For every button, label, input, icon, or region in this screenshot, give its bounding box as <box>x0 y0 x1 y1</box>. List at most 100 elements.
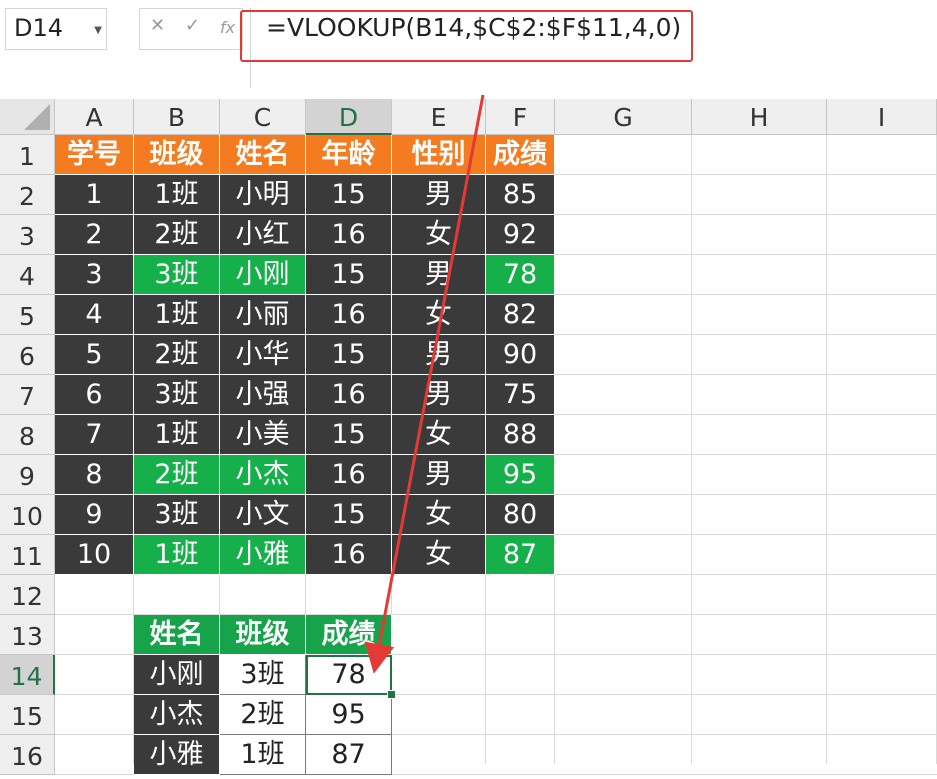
lookup-cell[interactable]: 2班 <box>220 695 306 735</box>
row-header-13[interactable]: 13 <box>0 615 55 655</box>
table-cell[interactable]: 4 <box>55 295 134 335</box>
table-cell[interactable]: 男 <box>392 255 486 295</box>
table-cell[interactable]: 男 <box>392 175 486 215</box>
table-cell[interactable]: 男 <box>392 335 486 375</box>
table-cell[interactable]: 5 <box>55 335 134 375</box>
row-header-10[interactable]: 10 <box>0 495 55 535</box>
table-cell[interactable]: 1班 <box>134 175 220 215</box>
lookup-cell[interactable]: 87 <box>306 735 392 775</box>
highlighted-cell[interactable]: 1班 <box>134 535 220 575</box>
table-cell[interactable]: 16 <box>306 455 392 495</box>
row-header-6[interactable]: 6 <box>0 335 55 375</box>
highlighted-cell[interactable]: 95 <box>486 455 555 495</box>
table-header-cell[interactable]: 成绩 <box>486 135 555 175</box>
table-cell[interactable]: 85 <box>486 175 555 215</box>
row-header-9[interactable]: 9 <box>0 455 55 495</box>
lookup-header-cell[interactable]: 班级 <box>220 615 306 655</box>
table-cell[interactable]: 80 <box>486 495 555 535</box>
cancel-icon[interactable]: ✕ <box>150 15 165 36</box>
highlighted-cell[interactable]: 小杰 <box>220 455 306 495</box>
column-header-d[interactable]: D <box>306 99 392 135</box>
row-header-11[interactable]: 11 <box>0 535 55 575</box>
row-header-2[interactable]: 2 <box>0 175 55 215</box>
table-cell[interactable]: 小文 <box>220 495 306 535</box>
table-cell[interactable]: 小丽 <box>220 295 306 335</box>
table-cell[interactable]: 女 <box>392 535 486 575</box>
table-cell[interactable]: 7 <box>55 415 134 455</box>
row-header-14[interactable]: 14 <box>0 655 55 695</box>
table-cell[interactable]: 16 <box>306 295 392 335</box>
table-header-cell[interactable]: 姓名 <box>220 135 306 175</box>
highlighted-cell[interactable]: 小刚 <box>220 255 306 295</box>
lookup-cell[interactable]: 小杰 <box>134 695 220 735</box>
table-cell[interactable]: 小红 <box>220 215 306 255</box>
table-cell[interactable]: 2班 <box>134 215 220 255</box>
active-cell[interactable]: 78 <box>306 655 392 695</box>
table-cell[interactable]: 8 <box>55 455 134 495</box>
table-cell[interactable]: 小美 <box>220 415 306 455</box>
row-header-5[interactable]: 5 <box>0 295 55 335</box>
name-box[interactable]: D14 ▼ <box>5 8 107 50</box>
table-cell[interactable]: 15 <box>306 415 392 455</box>
table-header-cell[interactable]: 年龄 <box>306 135 392 175</box>
table-cell[interactable]: 6 <box>55 375 134 415</box>
column-header-e[interactable]: E <box>392 99 486 135</box>
chevron-down-icon[interactable]: ▼ <box>94 25 102 36</box>
table-cell[interactable]: 小强 <box>220 375 306 415</box>
table-cell[interactable]: 15 <box>306 175 392 215</box>
column-header-b[interactable]: B <box>134 99 220 135</box>
table-cell[interactable]: 男 <box>392 455 486 495</box>
select-all-button[interactable] <box>0 99 55 135</box>
table-header-cell[interactable]: 学号 <box>55 135 134 175</box>
row-header-16[interactable]: 16 <box>0 735 55 775</box>
row-header-1[interactable]: 1 <box>0 135 55 175</box>
lookup-cell[interactable]: 3班 <box>220 655 306 695</box>
table-cell[interactable]: 16 <box>306 375 392 415</box>
table-cell[interactable]: 10 <box>55 535 134 575</box>
table-cell[interactable]: 女 <box>392 295 486 335</box>
row-header-4[interactable]: 4 <box>0 255 55 295</box>
spreadsheet-grid[interactable]: A B C D E F G H I 1 2 3 4 5 6 7 8 9 10 11 12 13 14 15 16 学号 班级 姓名 年龄… <box>0 99 937 775</box>
fill-handle[interactable] <box>387 690 396 699</box>
table-cell[interactable]: 女 <box>392 495 486 535</box>
column-header-h[interactable]: H <box>692 99 827 135</box>
column-header-a[interactable]: A <box>55 99 134 135</box>
table-cell[interactable]: 9 <box>55 495 134 535</box>
table-cell[interactable]: 小明 <box>220 175 306 215</box>
table-cell[interactable]: 15 <box>306 255 392 295</box>
table-cell[interactable]: 82 <box>486 295 555 335</box>
row-header-7[interactable]: 7 <box>0 375 55 415</box>
highlighted-cell[interactable]: 2班 <box>134 455 220 495</box>
table-cell[interactable]: 90 <box>486 335 555 375</box>
table-cell[interactable]: 2 <box>55 215 134 255</box>
lookup-header-cell[interactable]: 姓名 <box>134 615 220 655</box>
table-cell[interactable]: 女 <box>392 415 486 455</box>
highlighted-cell[interactable]: 78 <box>486 255 555 295</box>
table-cell[interactable]: 1 <box>55 175 134 215</box>
table-cell[interactable]: 75 <box>486 375 555 415</box>
table-cell[interactable]: 92 <box>486 215 555 255</box>
function-icon[interactable]: fx <box>220 18 235 37</box>
column-header-f[interactable]: F <box>486 99 555 135</box>
table-cell[interactable]: 1班 <box>134 295 220 335</box>
table-cell[interactable]: 16 <box>306 535 392 575</box>
table-cell[interactable]: 3班 <box>134 375 220 415</box>
row-header-15[interactable]: 15 <box>0 695 55 735</box>
table-cell[interactable]: 3班 <box>134 495 220 535</box>
highlighted-cell[interactable]: 3班 <box>134 255 220 295</box>
table-cell[interactable]: 小华 <box>220 335 306 375</box>
table-cell[interactable]: 15 <box>306 495 392 535</box>
row-header-12[interactable]: 12 <box>0 575 55 615</box>
column-header-i[interactable]: I <box>827 99 937 135</box>
table-cell[interactable]: 16 <box>306 215 392 255</box>
lookup-cell[interactable]: 小刚 <box>134 655 220 695</box>
table-cell[interactable]: 女 <box>392 215 486 255</box>
table-header-cell[interactable]: 班级 <box>134 135 220 175</box>
column-header-c[interactable]: C <box>220 99 306 135</box>
column-header-g[interactable]: G <box>555 99 692 135</box>
table-cell[interactable]: 3 <box>55 255 134 295</box>
lookup-cell[interactable]: 小雅 <box>134 735 220 775</box>
table-header-cell[interactable]: 性别 <box>392 135 486 175</box>
table-cell[interactable]: 2班 <box>134 335 220 375</box>
row-header-3[interactable]: 3 <box>0 215 55 255</box>
